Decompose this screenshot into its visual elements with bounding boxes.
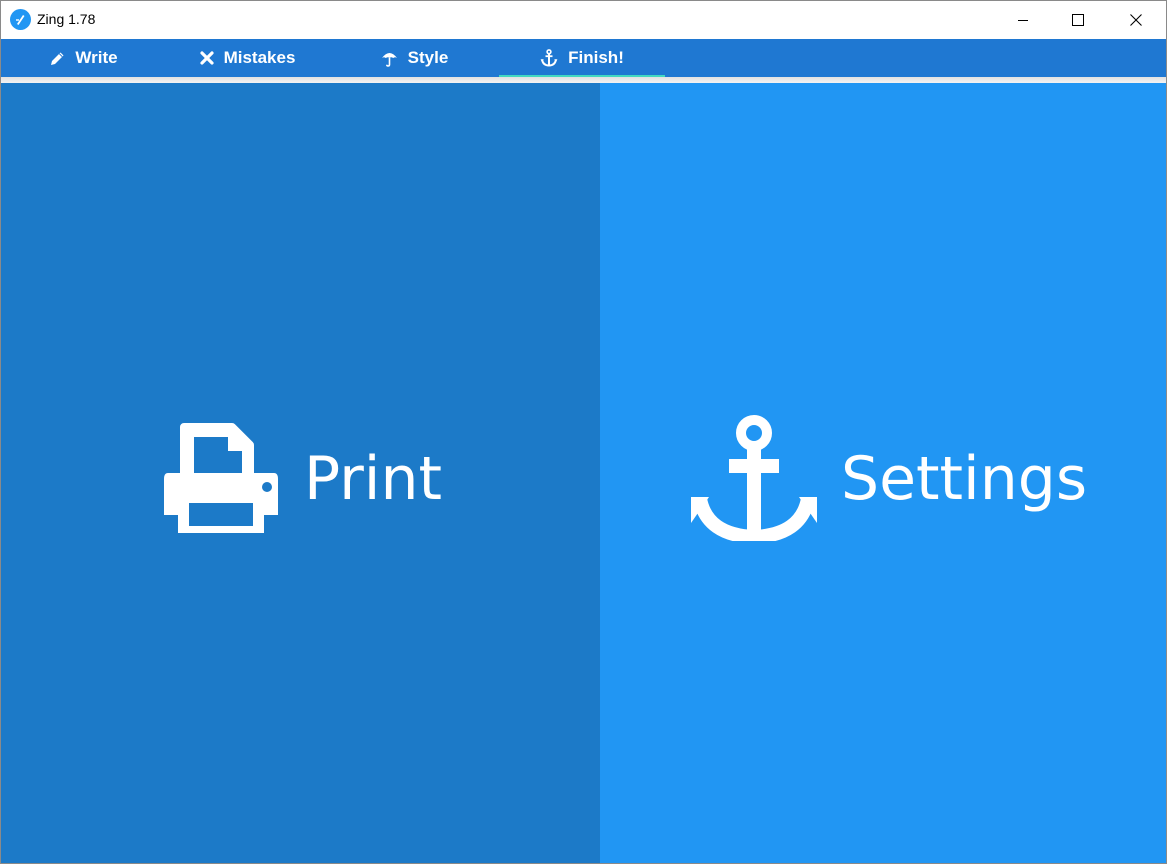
settings-label: Settings — [841, 444, 1088, 514]
tab-bar: Write Mistakes Style Finish! — [1, 39, 1166, 77]
tab-write[interactable]: Write — [3, 39, 165, 77]
anchor-icon — [540, 49, 558, 67]
maximize-button[interactable] — [1049, 1, 1107, 39]
maximize-icon — [1072, 14, 1084, 26]
umbrella-icon — [381, 50, 398, 67]
close-icon — [1130, 14, 1142, 26]
print-label: Print — [304, 444, 443, 514]
title-bar[interactable]: Zing 1.78 — [1, 1, 1166, 39]
tab-finish[interactable]: Finish! — [499, 39, 665, 77]
zing-logo-icon — [10, 9, 31, 30]
tab-label: Style — [407, 48, 449, 67]
window-title: Zing 1.78 — [37, 11, 96, 27]
close-button[interactable] — [1107, 1, 1165, 39]
app-window: Zing 1.78 Write Mistakes Style Finish! P… — [0, 0, 1167, 864]
minimize-icon — [1018, 20, 1028, 21]
tab-style[interactable]: Style — [333, 39, 496, 77]
tab-label: Finish! — [568, 48, 624, 67]
anchor-icon — [691, 415, 817, 541]
x-mark-icon — [199, 51, 214, 65]
tab-label: Mistakes — [223, 48, 296, 67]
print-panel-button[interactable]: Print — [1, 83, 600, 863]
minimize-button[interactable] — [994, 1, 1052, 39]
printer-icon — [164, 423, 278, 533]
pencil-icon — [50, 51, 65, 66]
tab-mistakes[interactable]: Mistakes — [166, 39, 329, 77]
tab-label: Write — [75, 48, 118, 67]
settings-panel-button[interactable]: Settings — [600, 83, 1166, 863]
